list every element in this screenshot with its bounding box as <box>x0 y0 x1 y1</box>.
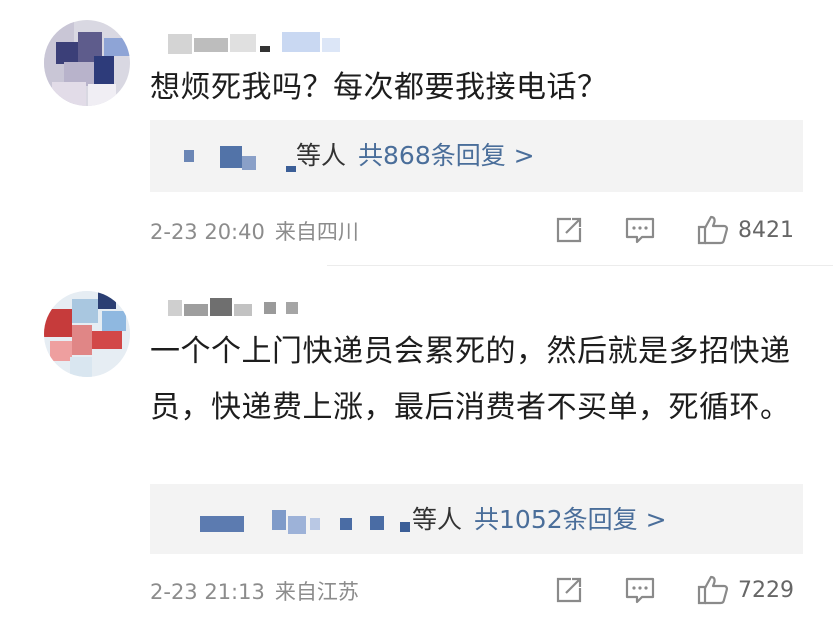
view-replies-link[interactable]: 共1052条回复 > <box>474 505 667 534</box>
comment-item: 一个个上门快递员会累死的，然后就是多招快递员，快递费上涨，最后消费者不买单，死循… <box>0 266 833 617</box>
comment-button[interactable] <box>624 212 656 248</box>
share-icon <box>554 215 584 245</box>
like-button[interactable]: 7229 <box>696 572 794 608</box>
comment-meta: 2-23 21:13 来自江苏 <box>150 576 369 606</box>
comment-footer: 2-23 21:13 来自江苏 7229 <box>150 570 803 610</box>
like-count: 7229 <box>738 577 794 603</box>
location: 来自四川 <box>274 220 359 244</box>
location: 来自江苏 <box>274 580 359 604</box>
share-icon <box>554 575 584 605</box>
reply-suffix: 等人 <box>296 141 347 170</box>
avatar[interactable] <box>44 291 130 377</box>
like-count: 8421 <box>738 217 794 243</box>
timestamp: 2-23 20:40 <box>150 220 265 244</box>
share-button[interactable] <box>554 572 584 608</box>
comment-meta: 2-23 20:40 来自四川 <box>150 216 369 246</box>
comment-icon <box>624 215 656 245</box>
comment-item: 想烦死我吗？每次都要我接电话？ 等人 共868条回复 > 2-23 20:40 来自… <box>0 0 833 265</box>
comment-footer: 2-23 20:40 来自四川 8421 <box>150 210 803 250</box>
thumbs-up-icon <box>696 214 730 246</box>
reply-suffix: 等人 <box>412 505 463 534</box>
comment-button[interactable] <box>624 572 656 608</box>
view-replies-link[interactable]: 共868条回复 > <box>358 141 535 170</box>
thumbs-up-icon <box>696 574 730 606</box>
reply-summary[interactable]: 等人 共868条回复 > <box>150 120 803 192</box>
share-button[interactable] <box>554 212 584 248</box>
reply-usernames[interactable] <box>180 508 410 534</box>
reply-summary[interactable]: 等人 共1052条回复 > <box>150 484 803 554</box>
avatar[interactable] <box>44 20 130 106</box>
comment-text: 一个个上门快递员会累死的，然后就是多招快递员，快递费上涨，最后消费者不买单，死循… <box>150 334 791 425</box>
comment-text: 想烦死我吗？每次都要我接电话？ <box>150 70 608 105</box>
like-button[interactable]: 8421 <box>696 212 794 248</box>
timestamp: 2-23 21:13 <box>150 580 265 604</box>
comment-icon <box>624 575 656 605</box>
